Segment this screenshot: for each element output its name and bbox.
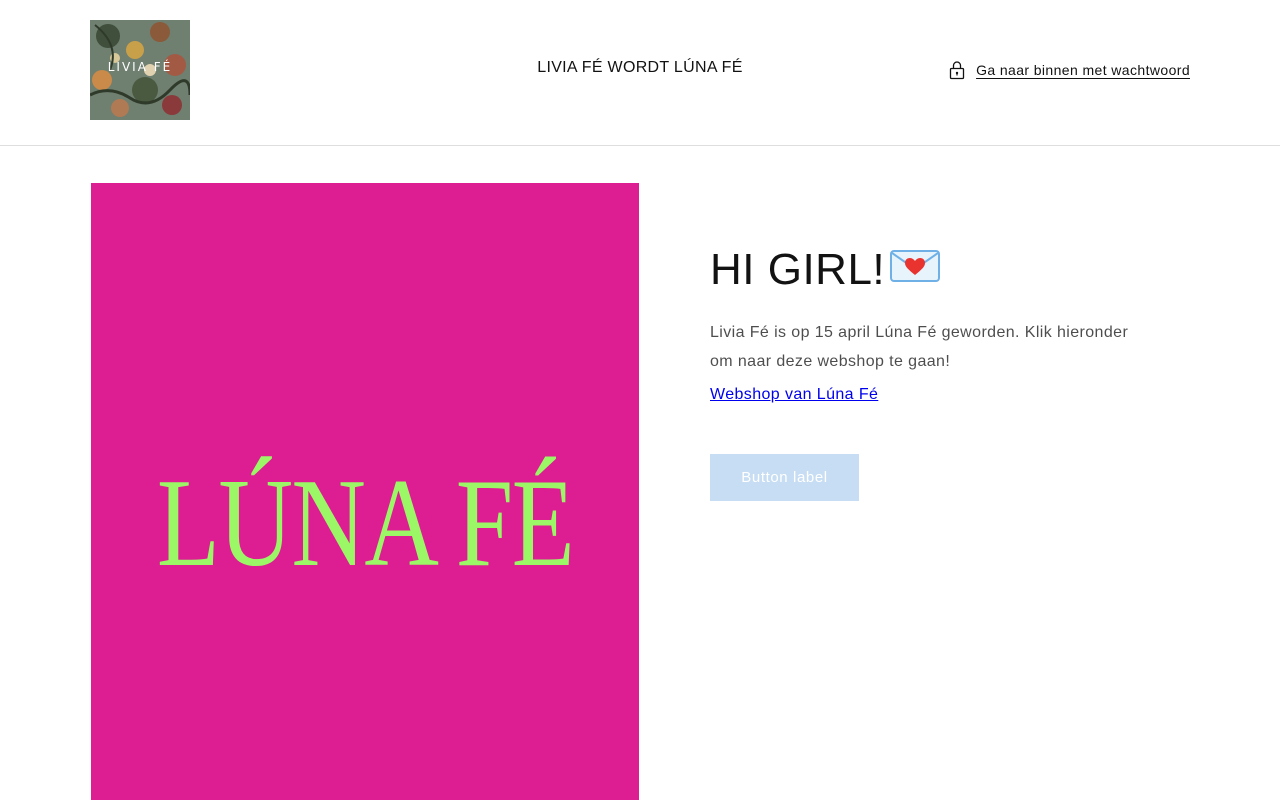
heading: HI GIRL! [710,245,1140,296]
webshop-link[interactable]: Webshop van Lúna Fé [710,386,878,404]
lock-icon [948,60,966,80]
primary-button[interactable]: Button label [710,454,859,501]
logo[interactable]: LIVIA FÉ [90,20,190,120]
page-title: LIVIA FÉ WORDT LÚNA FÉ [537,59,743,76]
password-login-link[interactable]: Ga naar binnen met wachtwoord [948,60,1190,80]
logo-text: LIVIA FÉ [107,60,173,74]
site-header: LIVIA FÉ LIVIA FÉ WORDT LÚNA FÉ Ga naar … [0,0,1280,146]
hero-image: LÚNA FÉ [91,183,639,800]
heading-text: HI GIRL! [710,245,886,294]
hero-brand-text: LÚNA FÉ [156,454,575,593]
password-link-label[interactable]: Ga naar binnen met wachtwoord [976,62,1190,78]
love-letter-icon [889,245,941,296]
announcement-content: HI GIRL! Livia Fé is op 15 april Lúna Fé… [710,245,1140,501]
body-text: Livia Fé is op 15 april Lúna Fé geworden… [710,323,1129,370]
